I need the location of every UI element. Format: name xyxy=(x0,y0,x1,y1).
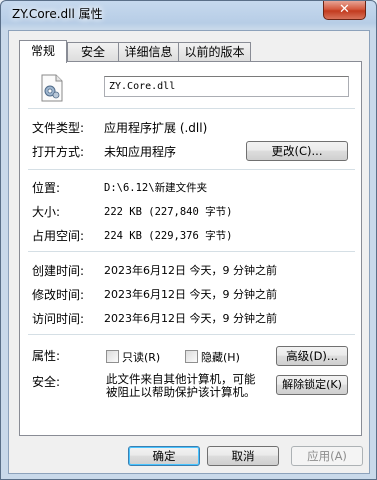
created-label: 创建时间: xyxy=(32,264,85,278)
readonly-checkbox-box[interactable] xyxy=(106,350,119,363)
size-on-disk-label: 占用空间: xyxy=(32,229,85,243)
ok-button[interactable]: 确定 xyxy=(128,446,200,466)
accessed-label: 访问时间: xyxy=(32,312,85,326)
tab-details[interactable]: 详细信息 xyxy=(118,42,179,62)
dialog-client: 常规 安全 详细信息 以前的版本 ZY.Core.dll 文件类型: 应用程序扩… xyxy=(8,30,370,474)
readonly-checkbox[interactable]: 只读(R) xyxy=(106,349,160,365)
advanced-button[interactable]: 高级(D)... xyxy=(276,346,348,366)
window-title: ZY.Core.dll 属性 xyxy=(12,7,103,21)
open-with-label: 打开方式: xyxy=(32,145,85,159)
created-value: 2023年6月12日 今天，9 分钟之前 xyxy=(104,264,277,277)
security-warning-text: 此文件来自其他计算机，可能被阻止以帮助保护该计算机。 xyxy=(106,372,256,399)
attributes-label: 属性: xyxy=(32,349,61,363)
size-value: 222 KB (227,840 字节) xyxy=(104,206,233,218)
file-type-value: 应用程序扩展 (.dll) xyxy=(104,121,208,135)
hidden-label: 隐藏(H) xyxy=(201,351,240,364)
hidden-checkbox-box[interactable] xyxy=(185,350,198,363)
general-panel: ZY.Core.dll 文件类型: 应用程序扩展 (.dll) 打开方式: 未知… xyxy=(19,61,362,436)
security-label: 安全: xyxy=(32,375,61,389)
apply-button[interactable]: 应用(A) xyxy=(291,446,363,466)
file-type-label: 文件类型: xyxy=(32,121,85,135)
modified-label: 修改时间: xyxy=(32,288,85,302)
separator xyxy=(28,169,355,170)
size-label: 大小: xyxy=(32,205,61,219)
title-bar[interactable]: ZY.Core.dll 属性 ✕ xyxy=(1,1,376,29)
modified-value: 2023年6月12日 今天，9 分钟之前 xyxy=(104,288,277,301)
change-button[interactable]: 更改(C)... xyxy=(246,141,348,161)
tab-general[interactable]: 常规 xyxy=(19,40,67,63)
location-value: D:\6.12\新建文件夹 xyxy=(104,182,208,194)
open-with-value: 未知应用程序 xyxy=(104,145,177,159)
size-on-disk-value: 224 KB (229,376 字节) xyxy=(104,230,233,242)
dll-file-icon xyxy=(41,74,63,102)
file-name-field[interactable]: ZY.Core.dll xyxy=(104,76,349,97)
separator xyxy=(28,108,355,109)
hidden-checkbox[interactable]: 隐藏(H) xyxy=(185,349,240,365)
separator xyxy=(28,334,355,335)
tab-previous-versions[interactable]: 以前的版本 xyxy=(178,42,251,62)
separator xyxy=(28,251,355,252)
location-label: 位置: xyxy=(32,181,61,195)
properties-window: ZY.Core.dll 属性 ✕ 常规 安全 详细信息 以前的版本 ZY.Cor… xyxy=(0,0,377,480)
close-button[interactable]: ✕ xyxy=(323,1,366,20)
cancel-button[interactable]: 取消 xyxy=(207,446,279,466)
readonly-label: 只读(R) xyxy=(122,351,161,364)
tab-security[interactable]: 安全 xyxy=(67,42,119,62)
accessed-value: 2023年6月12日 今天，9 分钟之前 xyxy=(104,312,277,325)
unblock-button[interactable]: 解除锁定(K) xyxy=(276,375,348,395)
